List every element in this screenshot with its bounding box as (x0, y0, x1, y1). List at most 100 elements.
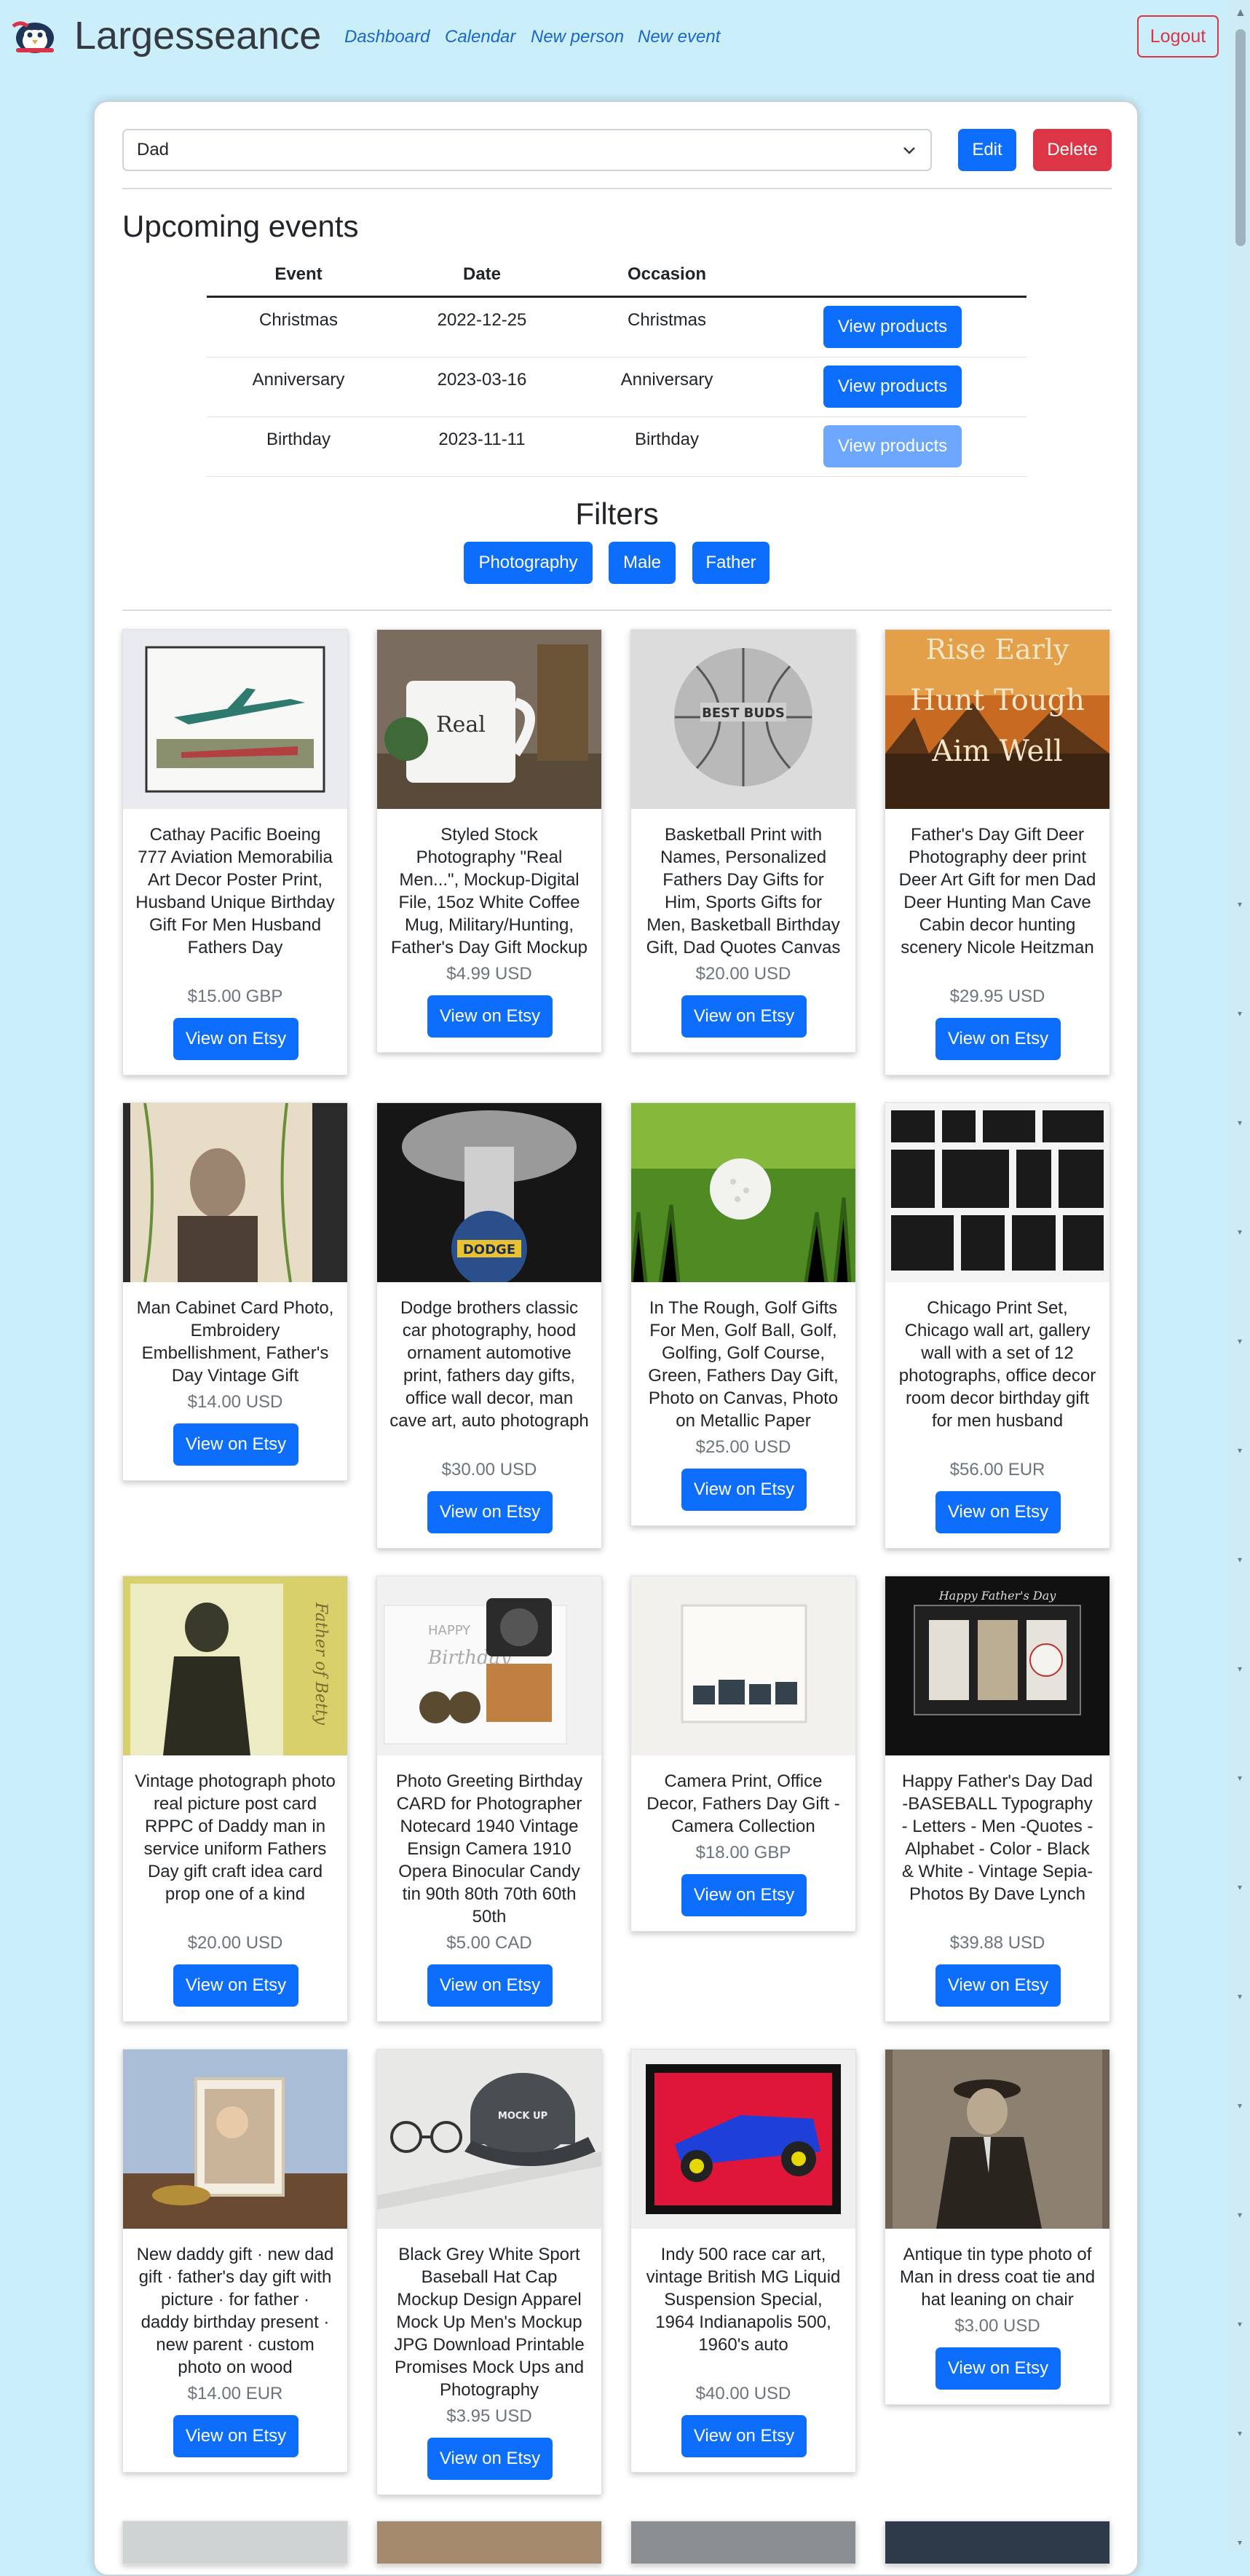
product-card: Indy 500 race car art, vintage British M… (630, 2049, 856, 2473)
product-price: $14.00 EUR (187, 2384, 283, 2403)
product-card: MOCK UP Black Grey White Sport Baseball H… (376, 2049, 602, 2495)
view-on-etsy-button[interactable]: View on Etsy (681, 1469, 807, 1511)
event-occasion: Christmas (627, 310, 706, 330)
event-date: 2022-12-25 (437, 310, 527, 330)
scroll-up-arrow-icon[interactable]: ▲ (1235, 7, 1246, 19)
scroll-marker-icon: ▾ (1238, 1227, 1243, 1237)
upcoming-events-heading: Upcoming events (122, 209, 359, 243)
view-products-button[interactable]: View products (823, 366, 962, 408)
product-card: New daddy gift · new dad gift · father's… (122, 2049, 348, 2473)
view-on-etsy-button[interactable]: View on Etsy (935, 1964, 1061, 2007)
events-header-rule (207, 296, 1026, 298)
product-title: In The Rough, Golf Gifts For Men, Golf B… (648, 1298, 839, 1431)
view-on-etsy-button[interactable]: View on Etsy (427, 995, 553, 1038)
product-card: Rise Early Hunt Tough Aim Well Father's Day… (885, 629, 1110, 1075)
product-card: Real Styled Stock Photography "Real Men..… (376, 629, 602, 1053)
scroll-marker-icon: ▾ (1238, 1118, 1243, 1128)
product-card: Cathay Pacific Boeing 777 Aviation Memor… (122, 629, 348, 1075)
scroll-marker-icon: ▾ (1238, 2319, 1243, 2329)
product-price: $56.00 EUR (949, 1460, 1045, 1479)
view-on-etsy-button[interactable]: View on Etsy (173, 1018, 298, 1060)
filter-male-button[interactable]: Male (609, 542, 676, 584)
event-name: Christmas (258, 310, 338, 330)
view-on-etsy-button[interactable]: View on Etsy (681, 1874, 807, 1916)
page-scrollbar[interactable] (1230, 0, 1250, 2551)
product-card: HAPPY Birthday Photo Greeting Birthday CAR… (376, 1576, 602, 2022)
svg-text:DODGE: DODGE (463, 1242, 515, 1257)
birthday-card-image: HAPPY Birthday (377, 1576, 601, 1755)
gallery-wall-image (885, 1103, 1109, 1282)
person-select[interactable]: Dad (122, 129, 932, 171)
product-title: Father's Day Gift Deer Photography deer … (898, 825, 1096, 957)
product-title: Chicago Print Set, Chicago wall art, gal… (898, 1298, 1096, 1431)
view-on-etsy-button[interactable]: View on Etsy (427, 2438, 553, 2480)
product-title: Vintage photograph photo real picture po… (135, 1771, 336, 1904)
view-products-button[interactable]: View products (823, 306, 962, 348)
delete-person-button[interactable]: Delete (1033, 129, 1112, 171)
person-select-value: Dad (137, 140, 170, 159)
events-header-event: Event (274, 264, 323, 284)
product-card: Chicago Print Set, Chicago wall art, gal… (885, 1102, 1110, 1549)
edit-person-button[interactable]: Edit (958, 129, 1016, 171)
photo-on-wood-image (123, 2050, 347, 2229)
view-on-etsy-button[interactable]: View on Etsy (173, 1964, 298, 2007)
product-price: $39.88 USD (949, 1933, 1045, 1953)
view-on-etsy-button[interactable]: View on Etsy (427, 1964, 553, 2007)
view-on-etsy-button[interactable]: View on Etsy (173, 2415, 298, 2457)
view-on-etsy-button[interactable]: View on Etsy (935, 2347, 1061, 2390)
events-header-date: Date (462, 264, 502, 284)
product-card: In The Rough, Golf Gifts For Men, Golf B… (630, 1102, 856, 1526)
product-card: DODGE Dodge brothers classic car photogra… (376, 1102, 602, 1549)
product-price: $20.00 USD (695, 964, 791, 984)
product-card: Father of Betty Vintage photograph photo … (122, 1576, 348, 2022)
view-on-etsy-button[interactable]: View on Etsy (427, 1491, 553, 1533)
product-card: Camera Print, Office Decor, Fathers Day … (630, 1576, 856, 1932)
product-title: Camera Print, Office Decor, Fathers Day … (646, 1771, 840, 1836)
view-products-button-active[interactable]: View products (823, 425, 962, 467)
scroll-marker-icon: ▾ (1238, 1991, 1243, 2002)
svg-text:Happy Father's Day: Happy Father's Day (938, 1589, 1057, 1603)
view-on-etsy-button[interactable]: View on Etsy (935, 1018, 1061, 1060)
product-price: $5.00 CAD (446, 1933, 532, 1953)
vintage-postcard-image: Father of Betty (123, 1576, 347, 1755)
filter-photography-button[interactable]: Photography (464, 542, 593, 584)
divider (122, 188, 1112, 189)
baseball-letters-image: Happy Father's Day (885, 1576, 1109, 1755)
product-price: $15.00 GBP (187, 987, 283, 1006)
event-name: Anniversary (252, 370, 345, 390)
logout-button[interactable]: Logout (1137, 15, 1219, 58)
scroll-marker-icon: ▾ (1238, 1008, 1243, 1019)
scroll-marker-icon: ▾ (1238, 2101, 1243, 2111)
golf-ball-image (631, 1103, 855, 1282)
event-occasion: Birthday (634, 430, 700, 449)
nav-calendar-link[interactable]: Calendar (445, 26, 515, 48)
camera-print-image (631, 1576, 855, 1755)
view-on-etsy-button[interactable]: View on Etsy (173, 1423, 298, 1466)
product-title: Styled Stock Photography "Real Men...", … (391, 825, 588, 957)
product-price: $30.00 USD (441, 1460, 537, 1479)
view-on-etsy-button[interactable]: View on Etsy (935, 1491, 1061, 1533)
product-price: $20.00 USD (187, 1933, 283, 1953)
filter-father-button[interactable]: Father (692, 542, 770, 584)
scroll-marker-icon: ▾ (1238, 1773, 1243, 1783)
scroll-marker-icon: ▾ (1238, 1336, 1243, 1346)
scrollbar-thumb[interactable] (1235, 29, 1246, 246)
divider (122, 609, 1112, 611)
chevron-down-icon (903, 147, 915, 154)
product-price: $3.95 USD (446, 2406, 532, 2426)
hat-mockup-image: MOCK UP (377, 2050, 601, 2229)
brand-name[interactable]: Largesseance (74, 9, 321, 63)
view-on-etsy-button[interactable]: View on Etsy (681, 2415, 807, 2457)
event-date: 2023-11-11 (438, 430, 526, 449)
nav-new-person-link[interactable]: New person (531, 26, 624, 48)
airplane-poster-image (123, 630, 347, 809)
race-car-image (631, 2050, 855, 2229)
view-on-etsy-button[interactable]: View on Etsy (681, 995, 807, 1038)
deer-sunset-image: Rise Early Hunt Tough Aim Well (885, 630, 1109, 809)
hood-ornament-image: DODGE (377, 1103, 601, 1282)
table-row-divider (207, 476, 1026, 477)
penguin-logo-icon[interactable] (12, 19, 58, 54)
nav-new-event-link[interactable]: New event (638, 26, 720, 48)
nav-dashboard-link[interactable]: Dashboard (344, 26, 430, 48)
product-price: $40.00 USD (695, 2384, 791, 2403)
